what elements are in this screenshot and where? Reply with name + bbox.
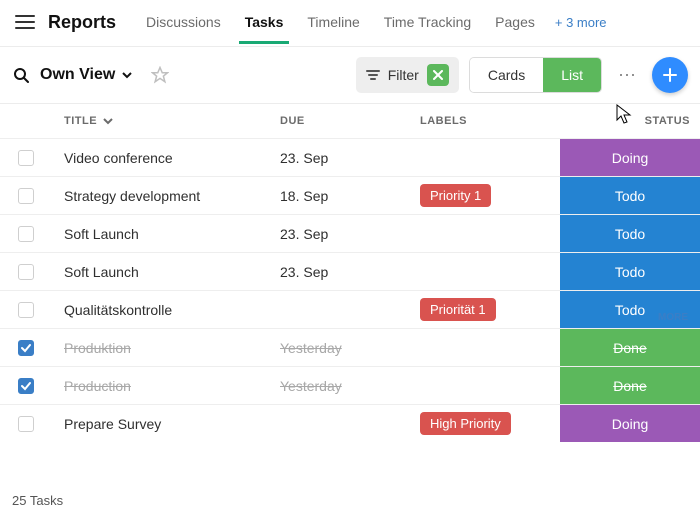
view-name-label: Own View — [40, 66, 115, 84]
row-checkbox[interactable] — [18, 264, 34, 280]
column-headers: TITLE DUE LABELS STATUS — [0, 104, 700, 138]
table-row[interactable]: Produktion Yesterday Done — [0, 328, 700, 366]
row-title: Qualitätskontrolle — [52, 302, 280, 318]
tab-time-tracking[interactable]: Time Tracking — [372, 0, 483, 44]
row-title: Strategy development — [52, 188, 280, 204]
add-button[interactable] — [652, 57, 688, 93]
row-checkbox[interactable] — [18, 340, 34, 356]
task-rows: Video conference 23. Sep Doing Strategy … — [0, 138, 700, 442]
page-title: Reports — [48, 12, 116, 33]
col-due[interactable]: DUE — [280, 115, 420, 127]
row-title: Production — [52, 378, 280, 394]
tab-pages[interactable]: Pages — [483, 0, 547, 44]
label-pill[interactable]: High Priority — [420, 412, 511, 435]
table-row[interactable]: Soft Launch 23. Sep Todo — [0, 214, 700, 252]
row-due: Yesterday — [280, 378, 420, 394]
filter-icon — [366, 69, 380, 81]
row-due: 23. Sep — [280, 226, 420, 242]
row-checkbox-cell — [0, 226, 52, 242]
menu-icon[interactable] — [12, 9, 38, 35]
row-checkbox-cell — [0, 340, 52, 356]
col-title-label: TITLE — [64, 115, 97, 127]
row-labels: Priorität 1 — [420, 298, 560, 321]
view-toggle: Cards List — [469, 57, 602, 93]
filter-label: Filter — [388, 67, 419, 83]
tab-discussions[interactable]: Discussions — [134, 0, 233, 44]
search-icon[interactable] — [12, 66, 30, 84]
table-row[interactable]: Strategy development 18. Sep Priority 1 … — [0, 176, 700, 214]
row-title: Produktion — [52, 340, 280, 356]
row-title: Video conference — [52, 150, 280, 166]
row-due: 23. Sep — [280, 264, 420, 280]
tab-timeline[interactable]: Timeline — [295, 0, 371, 44]
task-count: 25 Tasks — [12, 493, 63, 508]
table-row[interactable]: Video conference 23. Sep Doing — [0, 138, 700, 176]
row-checkbox-cell — [0, 378, 52, 394]
row-checkbox-cell — [0, 264, 52, 280]
row-due: Yesterday — [280, 340, 420, 356]
row-due: 18. Sep — [280, 188, 420, 204]
col-title[interactable]: TITLE — [52, 115, 280, 127]
table-row[interactable]: Soft Launch 23. Sep Todo — [0, 252, 700, 290]
filter-clear-button[interactable] — [427, 64, 449, 86]
view-selector[interactable]: Own View — [40, 66, 133, 84]
col-labels[interactable]: LABELS — [420, 115, 560, 127]
row-checkbox-cell — [0, 416, 52, 432]
row-title: Soft Launch — [52, 226, 280, 242]
row-checkbox[interactable] — [18, 226, 34, 242]
row-checkbox[interactable] — [18, 416, 34, 432]
row-checkbox[interactable] — [18, 302, 34, 318]
view-list-button[interactable]: List — [543, 58, 601, 92]
star-icon[interactable] — [151, 66, 169, 84]
row-labels: Priority 1 — [420, 184, 560, 207]
row-due: 23. Sep — [280, 150, 420, 166]
tab-tasks[interactable]: Tasks — [233, 0, 296, 44]
table-row[interactable]: Prepare Survey High Priority Doing — [0, 404, 700, 442]
plus-icon — [662, 67, 678, 83]
columns-more[interactable]: MORE — [658, 121, 688, 514]
row-checkbox[interactable] — [18, 188, 34, 204]
row-checkbox[interactable] — [18, 150, 34, 166]
more-menu-icon[interactable]: ⋯ — [612, 60, 642, 90]
filter-chip[interactable]: Filter — [356, 57, 459, 93]
table-row[interactable]: Qualitätskontrolle Priorität 1 Todo — [0, 290, 700, 328]
row-checkbox-cell — [0, 302, 52, 318]
row-labels: High Priority — [420, 412, 560, 435]
row-title: Prepare Survey — [52, 416, 280, 432]
label-pill[interactable]: Priority 1 — [420, 184, 491, 207]
view-cards-button[interactable]: Cards — [470, 58, 543, 92]
label-pill[interactable]: Priorität 1 — [420, 298, 496, 321]
tabs-more-link[interactable]: + 3 more — [547, 0, 607, 44]
table-row[interactable]: Production Yesterday Done — [0, 366, 700, 404]
row-checkbox-cell — [0, 150, 52, 166]
row-checkbox-cell — [0, 188, 52, 204]
tabs: Discussions Tasks Timeline Time Tracking… — [134, 0, 607, 44]
row-title: Soft Launch — [52, 264, 280, 280]
chevron-down-icon — [121, 69, 133, 81]
chevron-down-icon — [103, 116, 113, 126]
row-checkbox[interactable] — [18, 378, 34, 394]
